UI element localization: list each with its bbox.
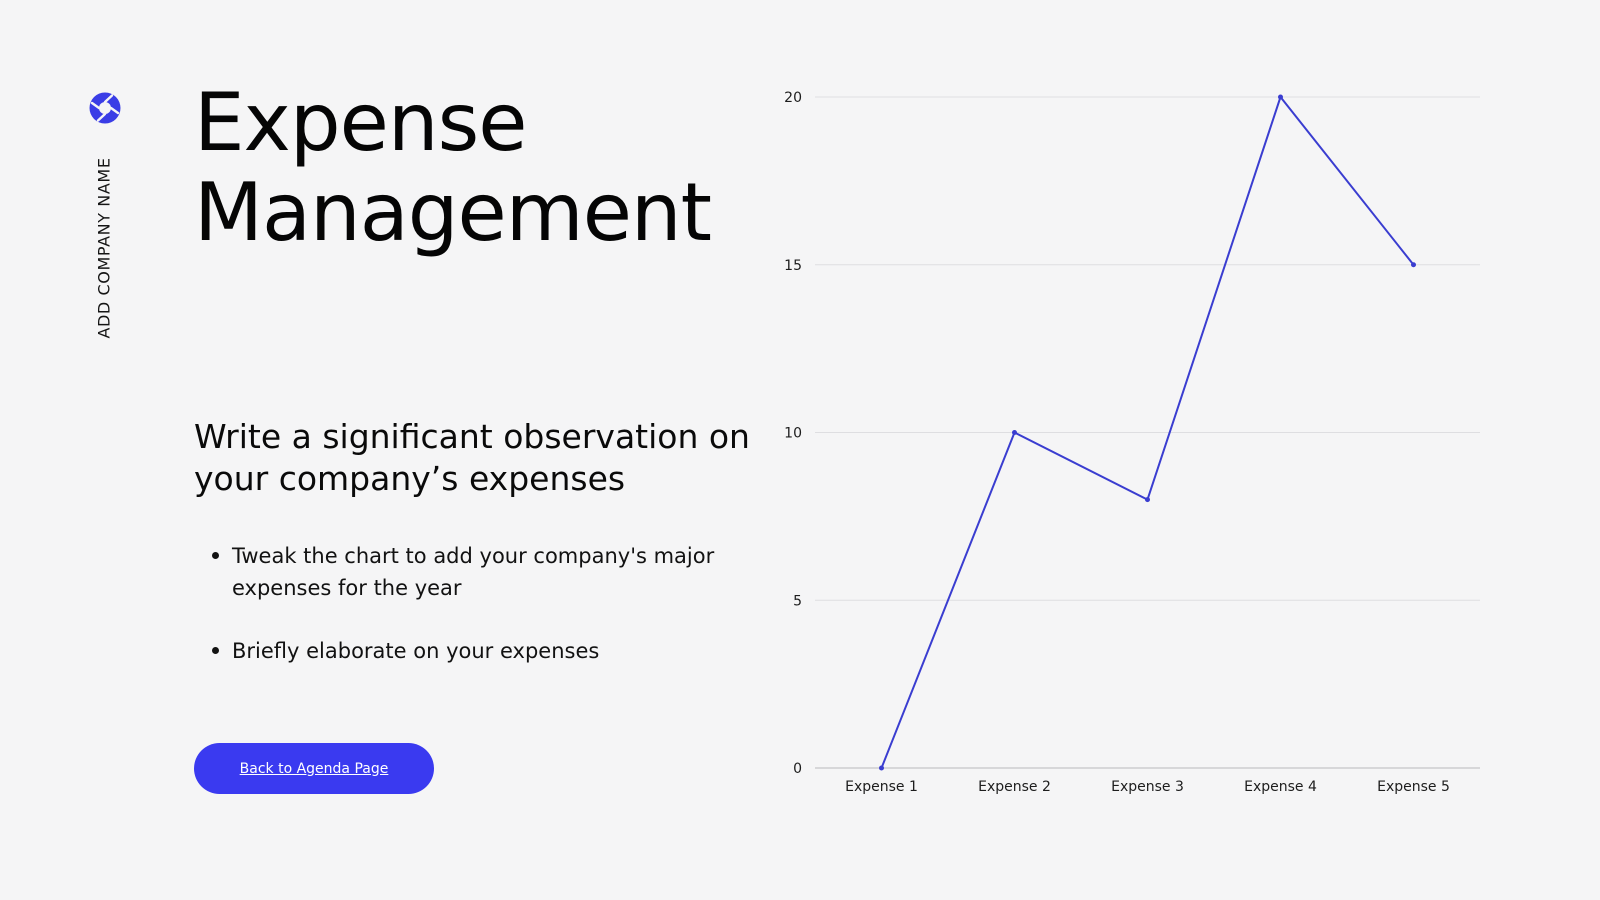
x-tick-label: Expense 4 <box>1244 779 1317 795</box>
bullet-list: Tweak the chart to add your company's ma… <box>194 540 734 698</box>
data-point <box>1411 262 1416 268</box>
data-point <box>1145 497 1150 503</box>
bullet-text: Tweak the chart to add your company's ma… <box>232 544 715 600</box>
company-name: ADD COMPANY NAME <box>94 157 114 339</box>
x-tick-label: Expense 3 <box>1111 779 1184 795</box>
bullet-item: Tweak the chart to add your company's ma… <box>194 540 734 604</box>
x-tick-label: Expense 5 <box>1377 779 1450 795</box>
back-to-agenda-button[interactable]: Back to Agenda Page <box>194 743 434 794</box>
observation-heading: Write a significant observation on your … <box>194 417 750 498</box>
x-tick-label: Expense 2 <box>978 779 1051 795</box>
aperture-logo-icon <box>88 91 122 125</box>
y-tick-label: 15 <box>784 258 802 274</box>
bullet-text: Briefly elaborate on your expenses <box>232 639 600 663</box>
expense-line-chart: 0 5 10 15 20 Expense 1 Expense 2 Expense 3 Expen… <box>784 90 1480 795</box>
y-tick-label: 10 <box>784 426 802 442</box>
y-tick-label: 20 <box>784 90 802 106</box>
x-tick-label: Expense 1 <box>845 779 918 795</box>
data-point <box>1278 94 1283 100</box>
data-point <box>1012 430 1017 435</box>
bullet-dot-icon <box>212 647 219 654</box>
data-point <box>879 765 884 771</box>
page-title: Expense Management <box>194 76 712 259</box>
bullet-dot-icon <box>212 552 219 559</box>
y-tick-label: 0 <box>793 761 802 777</box>
bullet-item: Briefly elaborate on your expenses <box>194 635 734 667</box>
y-tick-label: 5 <box>793 593 802 609</box>
